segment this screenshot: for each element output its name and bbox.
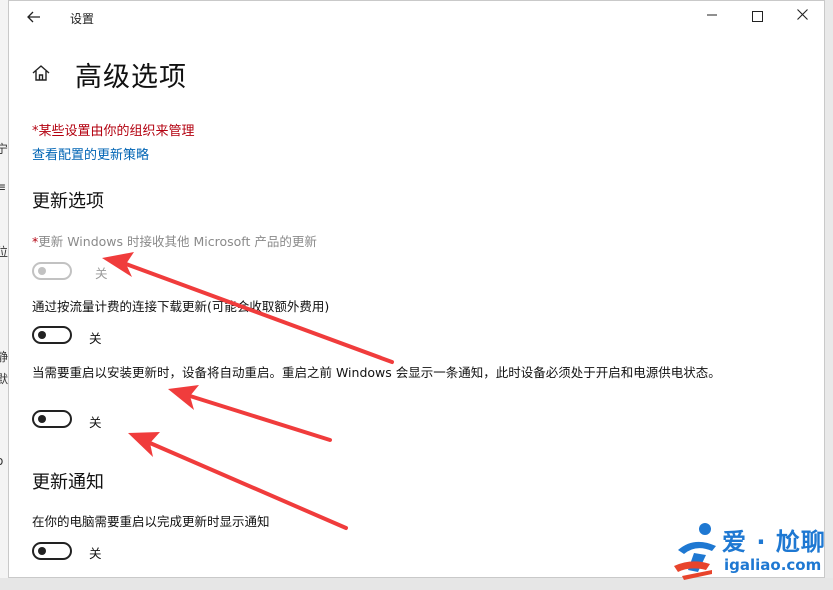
toggle-knob: [38, 415, 46, 423]
section-title-update-notifications: 更新通知: [32, 472, 104, 493]
toggle-auto-restart[interactable]: [32, 410, 72, 428]
toggle-knob: [38, 547, 46, 555]
managed-by-org-note: *某些设置由你的组织来管理: [32, 124, 195, 139]
watermark: 爱 · 尬聊 igaliao.com: [672, 520, 830, 582]
toggle-state-restart-notification: 关: [89, 546, 102, 561]
toggle-state-metered-download: 关: [89, 331, 102, 346]
bg-fragment: ≡: [0, 180, 7, 194]
settings-window: 设置 高级选项 *某些设置由你的组织来管理 查看配置的更新策略 更新选项 *更新…: [8, 0, 825, 578]
bg-fragment: 位: [0, 245, 9, 259]
toggle-state-auto-restart: 关: [89, 415, 102, 430]
view-policies-link[interactable]: 查看配置的更新策略: [32, 144, 149, 163]
toggle-state-other-products: 关: [95, 266, 108, 281]
watermark-url: igaliao.com: [724, 556, 822, 574]
option-label-other-products: *更新 Windows 时接收其他 Microsoft 产品的更新: [32, 233, 782, 251]
close-icon: [796, 9, 808, 20]
arrow-left-icon: [27, 11, 40, 23]
option-label-auto-restart: 当需要重启以安装更新时，设备将自动重启。重启之前 Windows 会显示一条通知…: [32, 365, 721, 380]
bg-fragment: 默: [0, 372, 9, 386]
toggle-metered-download[interactable]: [32, 326, 72, 344]
option-label-metered-download: 通过按流量计费的连接下载更新(可能会收取额外费用): [32, 299, 330, 314]
section-title-update-options: 更新选项: [32, 191, 104, 212]
app-title: 设置: [70, 12, 95, 26]
minimize-button[interactable]: [697, 5, 727, 29]
bg-fragment: 静: [0, 350, 9, 364]
bg-fragment: o: [0, 454, 3, 468]
home-icon: [32, 65, 50, 81]
desktop: 宁 ≡ 位 静 默 o 设置: [0, 0, 833, 590]
title-bar: 设置: [9, 1, 824, 35]
home-button[interactable]: [31, 63, 53, 85]
page-title: 高级选项: [75, 62, 187, 93]
back-button[interactable]: [23, 7, 45, 29]
maximize-icon: [751, 11, 763, 22]
toggle-restart-notification[interactable]: [32, 542, 72, 560]
watermark-logo-icon: [674, 523, 716, 580]
close-button[interactable]: [787, 5, 817, 29]
toggle-knob: [38, 267, 46, 275]
option-label-restart-notification: 在你的电脑需要重启以完成更新时显示通知: [32, 514, 270, 529]
maximize-button[interactable]: [742, 5, 772, 29]
bg-fragment: 宁: [0, 142, 9, 156]
minimize-icon: [706, 14, 717, 16]
toggle-other-products: [32, 262, 72, 280]
option-label-text: 更新 Windows 时接收其他 Microsoft 产品的更新: [38, 234, 317, 249]
toggle-knob: [38, 331, 46, 339]
watermark-title: 爱 · 尬聊: [722, 528, 826, 556]
